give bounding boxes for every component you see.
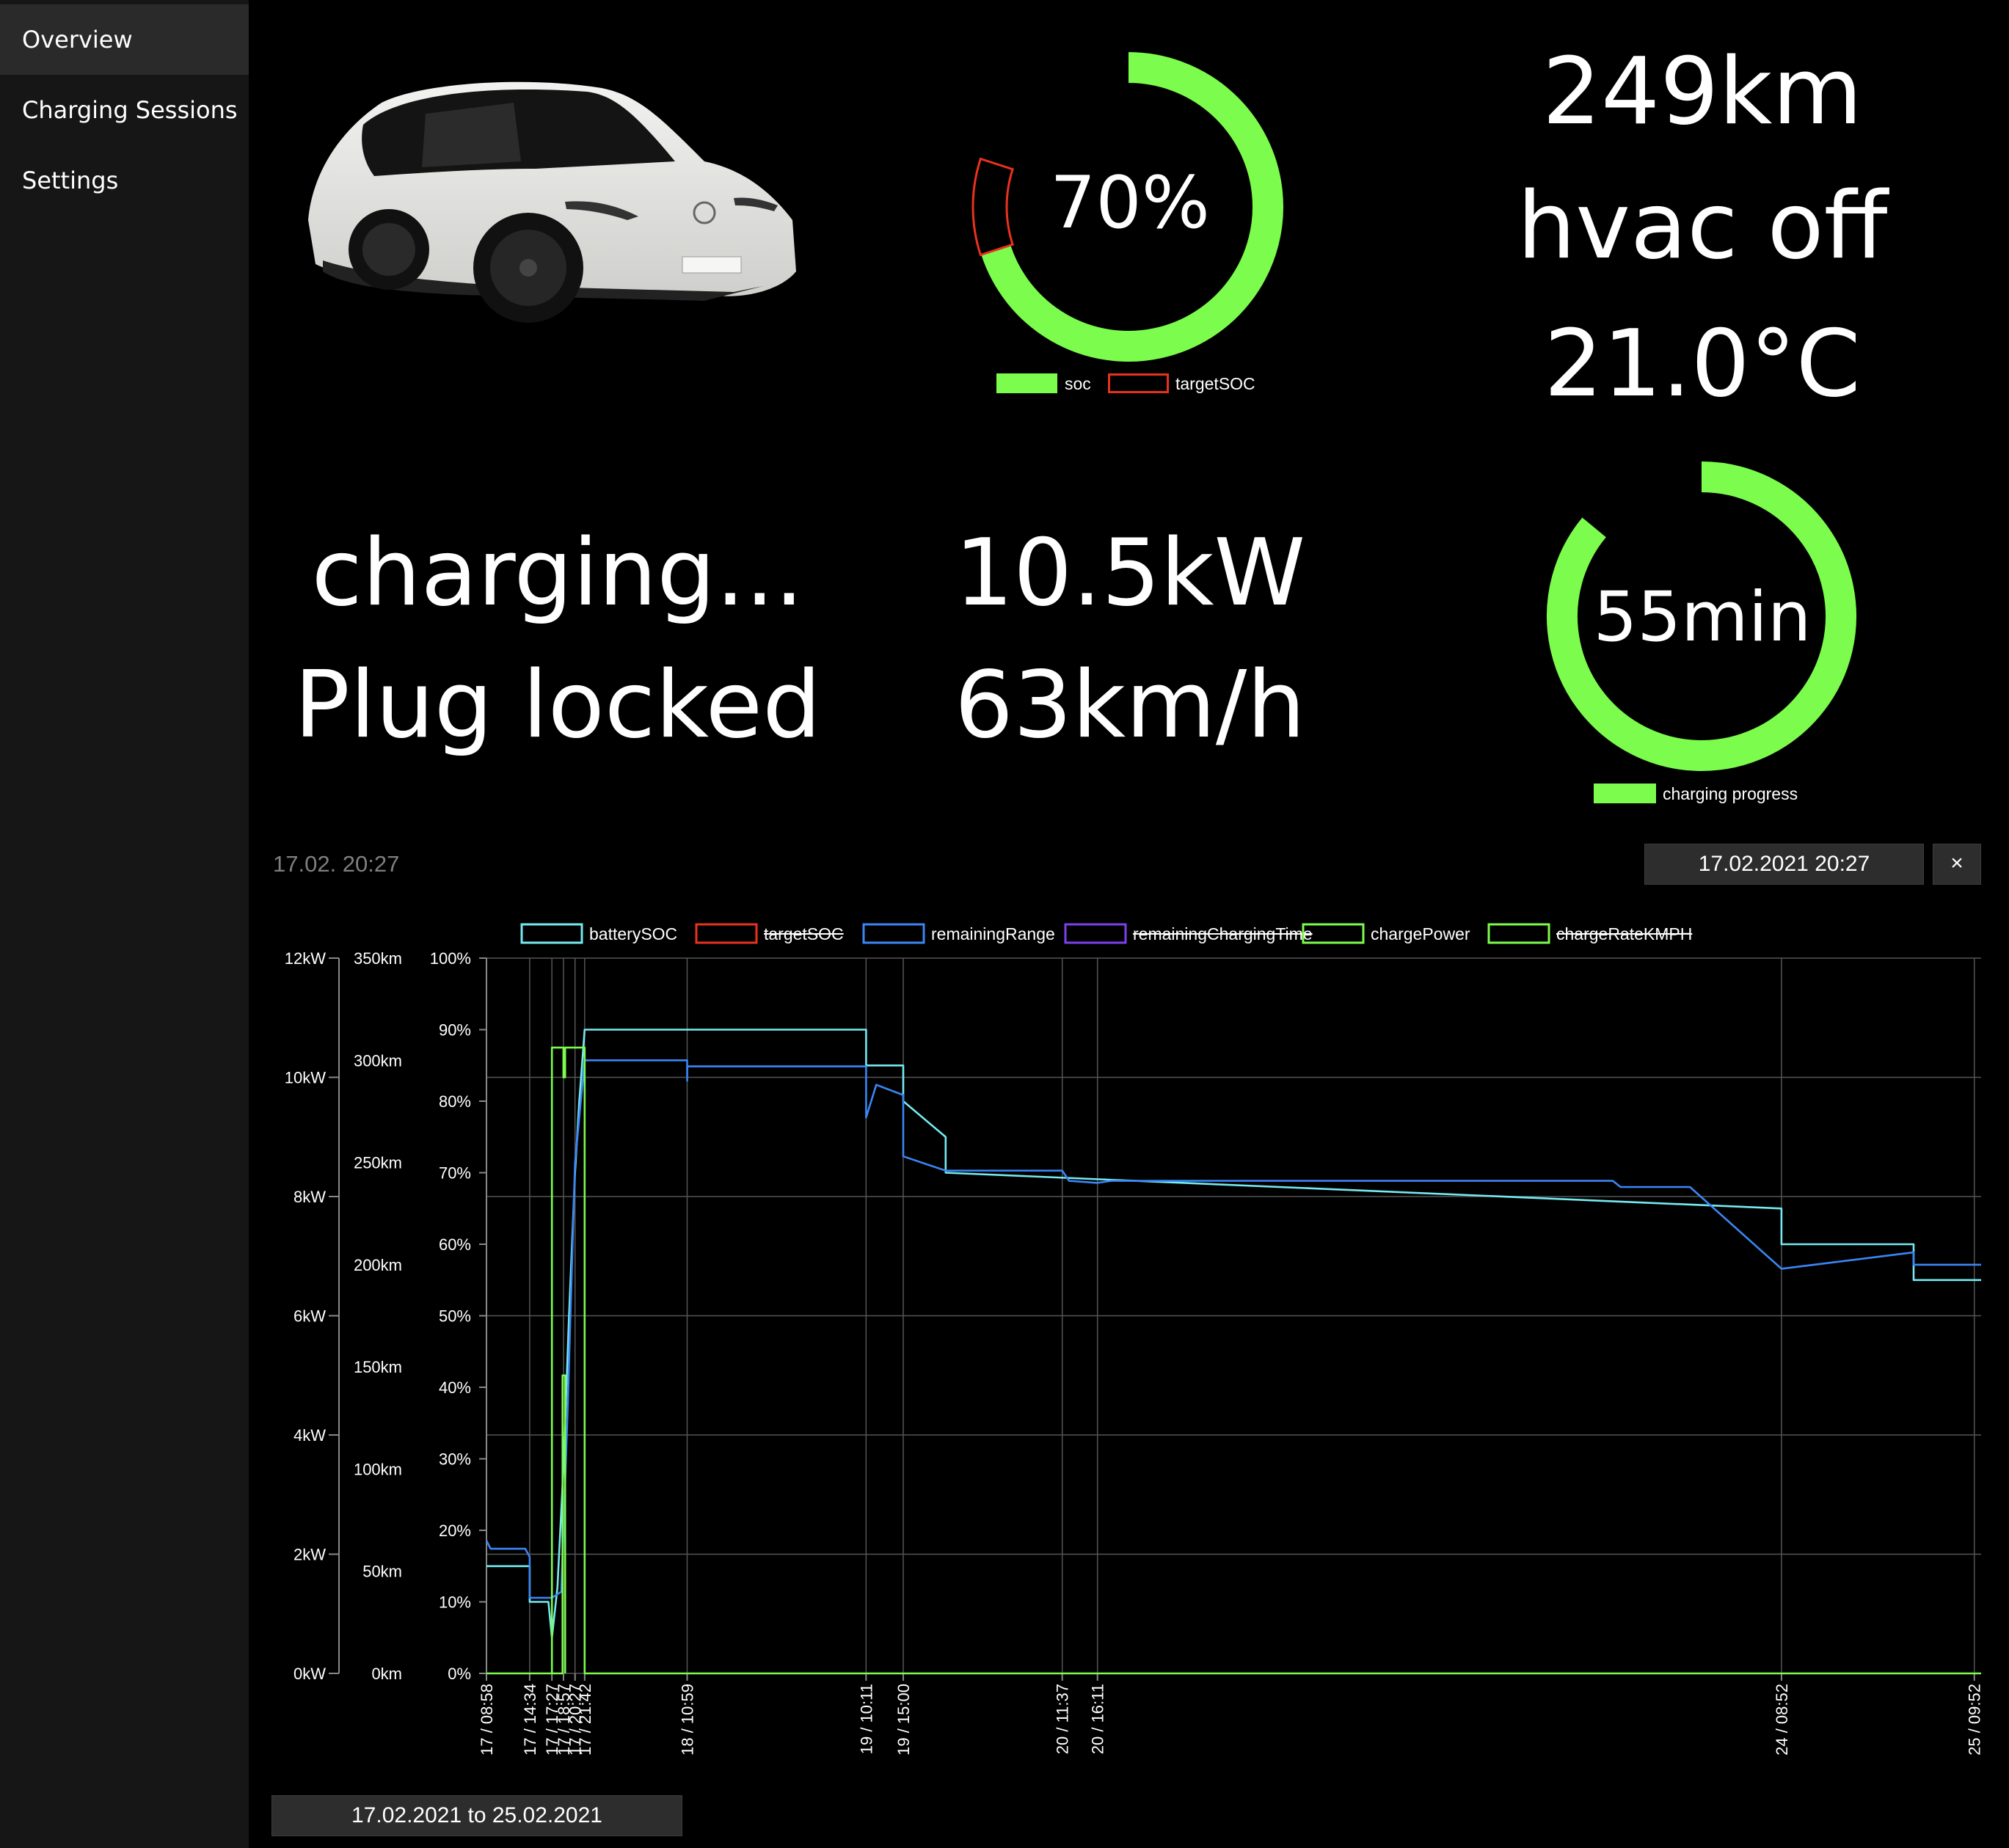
charging-progress-legend-swatch[interactable] [1594,784,1656,803]
series-batterySOC [486,1029,1981,1639]
soc-axis-tick-label: 40% [439,1378,471,1397]
soc-axis-tick-label: 0% [448,1665,471,1683]
range-axis-tick-label: 200km [354,1256,402,1274]
soc-legend-swatch[interactable] [996,373,1057,393]
charge-power: 10.5kW [954,519,1306,627]
date-range-input[interactable]: 17.02.2021 to 25.02.2021 [271,1795,682,1836]
clear-button[interactable]: × [1933,844,1981,885]
legend-swatch-chargePower [1302,923,1365,944]
target-soc-legend-swatch[interactable] [1108,373,1169,393]
charging-progress-legend-label: charging progress [1663,784,1798,803]
series-chargePower [486,1046,1981,1675]
soc-axis-tick-label: 10% [439,1593,471,1612]
x-axis-tick-label: 19 / 15:00 [894,1684,913,1756]
x-axis-tick-label: 17 / 20:27 [566,1684,585,1756]
selected-timestamp-label: 17.02. 20:27 [273,851,400,877]
power-axis-tick-label: 4kW [293,1426,326,1445]
soc-axis-tick-label: 90% [439,1021,471,1040]
x-axis-tick-label: 17 / 08:58 [478,1684,496,1756]
charging-state: charging... [311,519,804,627]
x-axis-tick-label: 24 / 08:52 [1773,1684,1791,1756]
range-axis-tick-label: 250km [354,1154,402,1172]
x-axis-tick-label: 17 / 18:57 [555,1684,573,1756]
soc-axis-tick-label: 60% [439,1235,471,1254]
x-axis-tick-label: 20 / 11:37 [1054,1684,1072,1754]
soc-axis-tick-label: 100% [430,949,471,968]
legend-label-chargePower: chargePower [1371,924,1470,943]
range-axis-tick-label: 350km [354,949,402,968]
car-image [308,81,796,323]
charge-rate: 63km/h [954,651,1306,759]
range-axis-tick-label: 100km [354,1460,402,1478]
plug-state: Plug locked [293,651,822,759]
power-axis-tick-label: 12kW [285,949,326,968]
soc-legend-label: soc [1065,374,1091,393]
range-axis-tick-label: 300km [354,1051,402,1070]
legend-label-chargeRateKMPH: chargeRateKMPH [1556,924,1692,943]
legend-swatch-chargeRateKMPH [1487,923,1550,944]
soc-axis-tick-label: 20% [439,1522,471,1540]
range-axis-tick-label: 50km [362,1563,402,1581]
legend-swatch-remainingChargingTime [1064,923,1127,944]
sidebar-item-charging-sessions[interactable]: Charging Sessions [0,75,249,145]
range-value: 249km [1542,37,1863,145]
target-soc-arc [971,157,1015,257]
legend-label-remainingChargingTime: remainingChargingTime [1133,924,1313,943]
soc-axis-tick-label: 30% [439,1450,471,1469]
legend-label-remainingRange: remainingRange [931,924,1055,943]
charging-time-remaining: 55min [1593,577,1812,657]
sidebar-item-overview[interactable]: Overview [0,4,249,75]
series-remainingRange [485,1059,1981,1599]
datetime-input[interactable]: 17.02.2021 20:27 [1644,844,1924,885]
x-axis-tick-label: 19 / 10:11 [857,1684,875,1754]
x-axis-tick-label: 17 / 21:42 [576,1684,594,1756]
power-axis-tick-label: 0kW [293,1665,326,1683]
temperature-value: 21.0°C [1544,310,1861,417]
x-axis-tick-label: 25 / 09:52 [1966,1684,1984,1756]
legend-swatch-batterySOC [520,923,583,944]
legend-swatch-targetSOC [695,923,758,944]
sidebar-item-settings[interactable]: Settings [0,145,249,216]
range-axis-tick-label: 0km [371,1665,402,1683]
x-axis-tick-label: 17 / 17:27 [543,1684,561,1756]
soc-axis-tick-label: 50% [439,1307,471,1326]
soc-axis-tick-label: 70% [439,1164,471,1183]
legend-label-targetSOC: targetSOC [764,924,844,943]
x-axis-tick-label: 18 / 10:59 [678,1684,696,1756]
soc-axis-tick-label: 80% [439,1092,471,1111]
x-axis-tick-label: 20 / 16:11 [1089,1684,1107,1754]
series-chargePower-pulse [552,1374,566,1675]
target-soc-legend-label: targetSOC [1175,374,1255,393]
power-axis-tick-label: 8kW [293,1188,326,1206]
range-axis-tick-label: 150km [354,1358,402,1376]
power-axis-tick-label: 2kW [293,1546,326,1564]
x-axis-tick-label: 17 / 14:34 [521,1684,539,1756]
soc-value: 70% [1050,161,1210,245]
legend-swatch-remainingRange [862,923,925,944]
hvac-status: hvac off [1517,172,1888,280]
sidebar: Overview Charging Sessions Settings [0,0,249,1848]
power-axis-tick-label: 10kW [285,1069,326,1087]
legend-label-batterySOC: batterySOC [589,924,677,943]
power-axis-tick-label: 6kW [293,1307,326,1326]
